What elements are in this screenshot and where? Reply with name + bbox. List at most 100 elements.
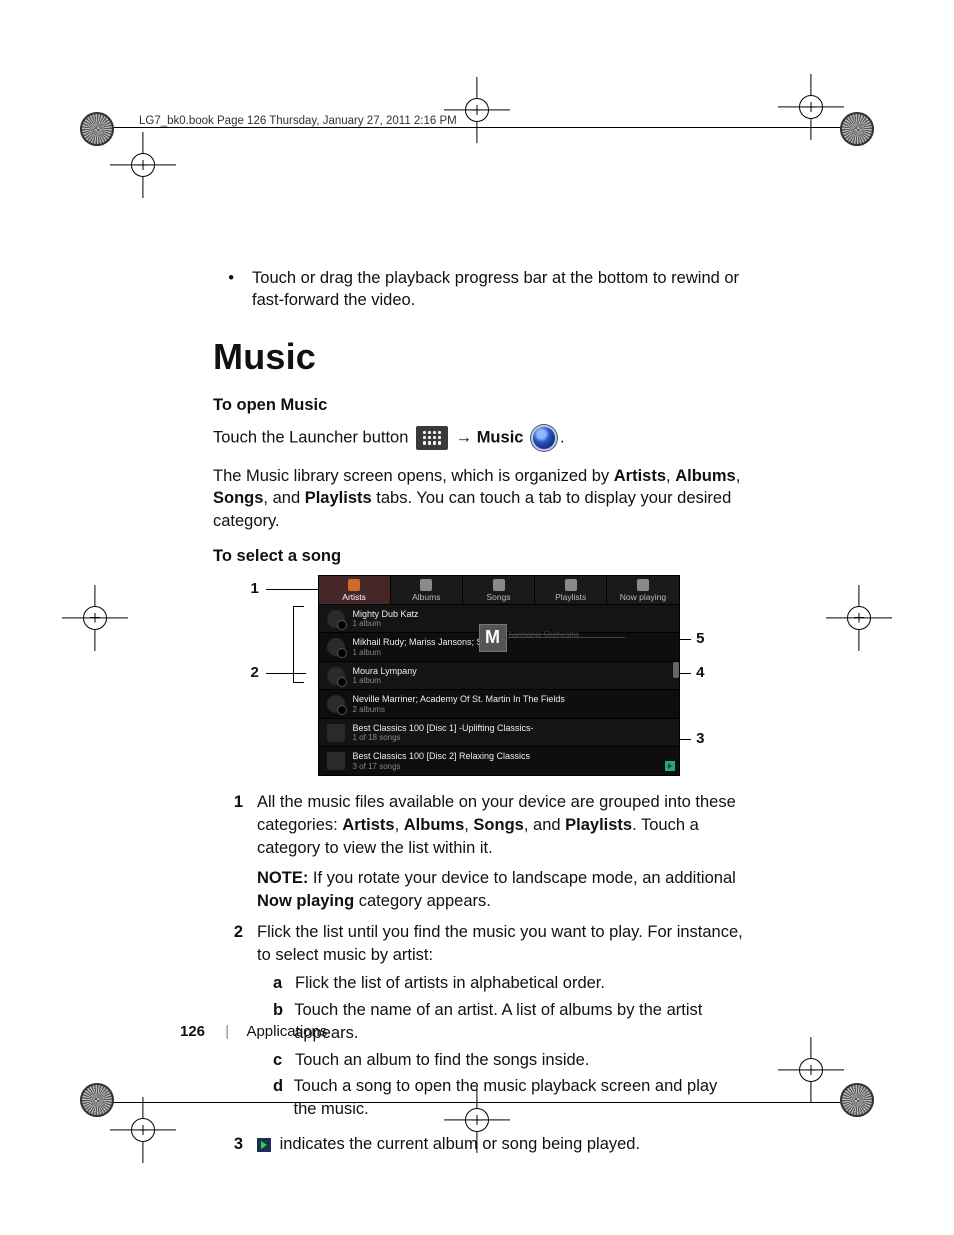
reg-target-icon — [796, 1055, 826, 1085]
t: indicates the current album or song bein… — [275, 1135, 640, 1153]
tab-playlists-icon — [565, 579, 577, 591]
list-item[interactable]: Best Classics 100 [Disc 1] -Uplifting Cl… — [319, 718, 679, 747]
page: LG7_bk0.book Page 126 Thursday, January … — [0, 0, 954, 1235]
bullet-text: Touch or drag the playback progress bar … — [252, 267, 744, 312]
t: Albums — [404, 816, 465, 834]
callout-1: 1 — [251, 580, 259, 597]
music-app-icon — [531, 425, 557, 451]
sub-b: bTouch the name of an artist. A list of … — [273, 999, 744, 1045]
tab-nowplaying-icon — [637, 579, 649, 591]
callout-bracket — [293, 606, 304, 683]
list-item[interactable]: Best Classics 100 [Disc 2] Relaxing Clas… — [319, 746, 679, 775]
open-music-line: Touch the Launcher button → Music . — [213, 425, 744, 451]
t: Songs — [473, 816, 523, 834]
t: Playlists — [565, 816, 632, 834]
reg-star-icon — [840, 112, 874, 146]
launcher-icon — [416, 426, 448, 450]
list-item[interactable]: Moura Lympany1 album — [319, 661, 679, 690]
callout-number: 2 — [251, 664, 259, 681]
t: Artists — [342, 816, 394, 834]
bullet-item: • Touch or drag the playback progress ba… — [213, 267, 744, 312]
callout-number: 3 — [696, 730, 704, 747]
tab-label: Albums — [412, 592, 440, 602]
callout-5: 5 — [696, 630, 704, 647]
callout-number: 4 — [696, 664, 704, 681]
t: , — [666, 467, 675, 485]
fastscroll-letter: M — [479, 624, 507, 652]
content-column: LG7_bk0.book Page 126 Thursday, January … — [213, 115, 744, 1164]
footer-section: Applications — [246, 1023, 327, 1040]
sub-steps: a Flick the list of artists in alphabetic… — [273, 972, 744, 1121]
step-1: 1 All the music files available on your … — [213, 791, 744, 913]
step-number: 1 — [213, 791, 243, 913]
music-label: Music — [477, 428, 524, 446]
row-title: Best Classics 100 [Disc 2] Relaxing Clas… — [353, 751, 531, 761]
reg-star-icon — [80, 112, 114, 146]
artist-art-icon — [327, 667, 345, 685]
t: Flick the list of artists in alphabetica… — [295, 972, 605, 995]
tab-label: Playlists — [555, 592, 586, 602]
step-3: 3 indicates the current album or song be… — [213, 1133, 744, 1156]
sub-d: dTouch a song to open the music playback… — [273, 1075, 744, 1121]
t: category appears. — [354, 892, 491, 910]
tab-songs[interactable]: Songs — [463, 576, 535, 604]
sub-letter: d — [273, 1075, 286, 1121]
footer-separator: | — [225, 1023, 229, 1040]
note: NOTE: If you rotate your device to lands… — [257, 867, 744, 913]
heading-music: Music — [213, 336, 744, 378]
heading-select-song: To select a song — [213, 547, 744, 566]
row-sub: 1 album — [353, 619, 419, 628]
sub-c: cTouch an album to find the songs inside… — [273, 1049, 744, 1072]
lib-artists: Artists — [614, 467, 666, 485]
tab-albums[interactable]: Albums — [391, 576, 463, 604]
t: , and — [524, 816, 565, 834]
reg-target-icon — [128, 1115, 158, 1145]
reg-star-icon — [80, 1083, 114, 1117]
album-art-icon — [327, 724, 345, 742]
list-item[interactable]: Neville Marriner; Academy Of St. Martin … — [319, 689, 679, 718]
tab-playlists[interactable]: Playlists — [535, 576, 607, 604]
scrollbar-thumb[interactable] — [673, 662, 679, 678]
reg-target-icon — [80, 603, 110, 633]
callout-2: 2 — [251, 664, 259, 681]
open-line-pre: Touch the Launcher button — [213, 428, 408, 446]
row-title: Neville Marriner; Academy Of St. Martin … — [353, 694, 565, 704]
t: Now playing — [257, 892, 354, 910]
tab-label: Songs — [486, 592, 510, 602]
t: Flick the list until you find the music … — [257, 923, 743, 964]
row-title: Mighty Dub Katz — [353, 609, 419, 619]
overlay-name: harmonic Orchestra — [509, 630, 579, 639]
heading-open-music: To open Music — [213, 396, 744, 415]
tab-songs-icon — [493, 579, 505, 591]
t: If you rotate your device to landscape m… — [308, 869, 735, 887]
callout-number: 5 — [696, 630, 704, 647]
row-sub: 1 of 18 songs — [353, 733, 534, 742]
callout-3: 3 — [696, 730, 704, 747]
reg-target-icon — [796, 92, 826, 122]
lib-pre: The Music library screen opens, which is… — [213, 467, 614, 485]
lib-songs: Songs — [213, 489, 263, 507]
tab-now-playing[interactable]: Now playing — [607, 576, 678, 604]
footer: 126 | Applications — [180, 1023, 327, 1040]
callout-4: 4 — [696, 664, 704, 681]
page-number: 126 — [180, 1023, 205, 1040]
library-paragraph: The Music library screen opens, which is… — [213, 465, 744, 533]
tab-artists[interactable]: Artists — [319, 576, 391, 604]
artist-art-icon — [327, 610, 345, 628]
artist-art-icon — [327, 695, 345, 713]
now-playing-indicator-icon — [665, 761, 675, 771]
tab-label: Artists — [342, 592, 366, 602]
running-head: LG7_bk0.book Page 126 Thursday, January … — [139, 115, 744, 127]
sub-letter: c — [273, 1049, 287, 1072]
artist-art-icon — [327, 638, 345, 656]
arrow-right-icon: → — [456, 428, 473, 446]
callout-number: 1 — [251, 580, 259, 597]
row-sub: 1 album — [353, 676, 417, 685]
t: , — [736, 467, 741, 485]
t: , — [395, 816, 404, 834]
sub-a: a Flick the list of artists in alphabetic… — [273, 972, 744, 995]
row-sub: 2 albums — [353, 705, 565, 714]
sub-letter: a — [273, 972, 287, 995]
screenshot: 1 2 5 4 3 Artists Albums Songs Playlists… — [279, 576, 679, 775]
row-sub: 3 of 17 songs — [353, 762, 531, 771]
